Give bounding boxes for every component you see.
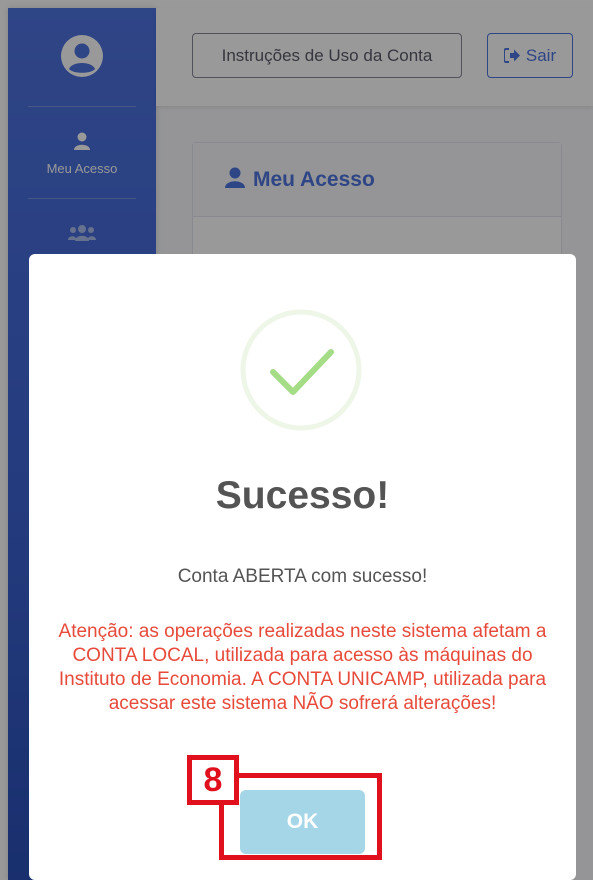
dialog-warning: Atenção: as operações realizadas neste s… [58, 621, 547, 714]
dialog-title: Sucesso! [215, 474, 390, 517]
annotation-step-badge: 8 [187, 755, 239, 805]
success-check-icon [240, 309, 362, 431]
app-frame: Meu Acesso Instruções de Uso da Conta Sa… [0, 0, 593, 880]
annotation-highlight-box [219, 773, 382, 860]
dialog-message: Conta ABERTA com sucesso! [177, 566, 428, 587]
